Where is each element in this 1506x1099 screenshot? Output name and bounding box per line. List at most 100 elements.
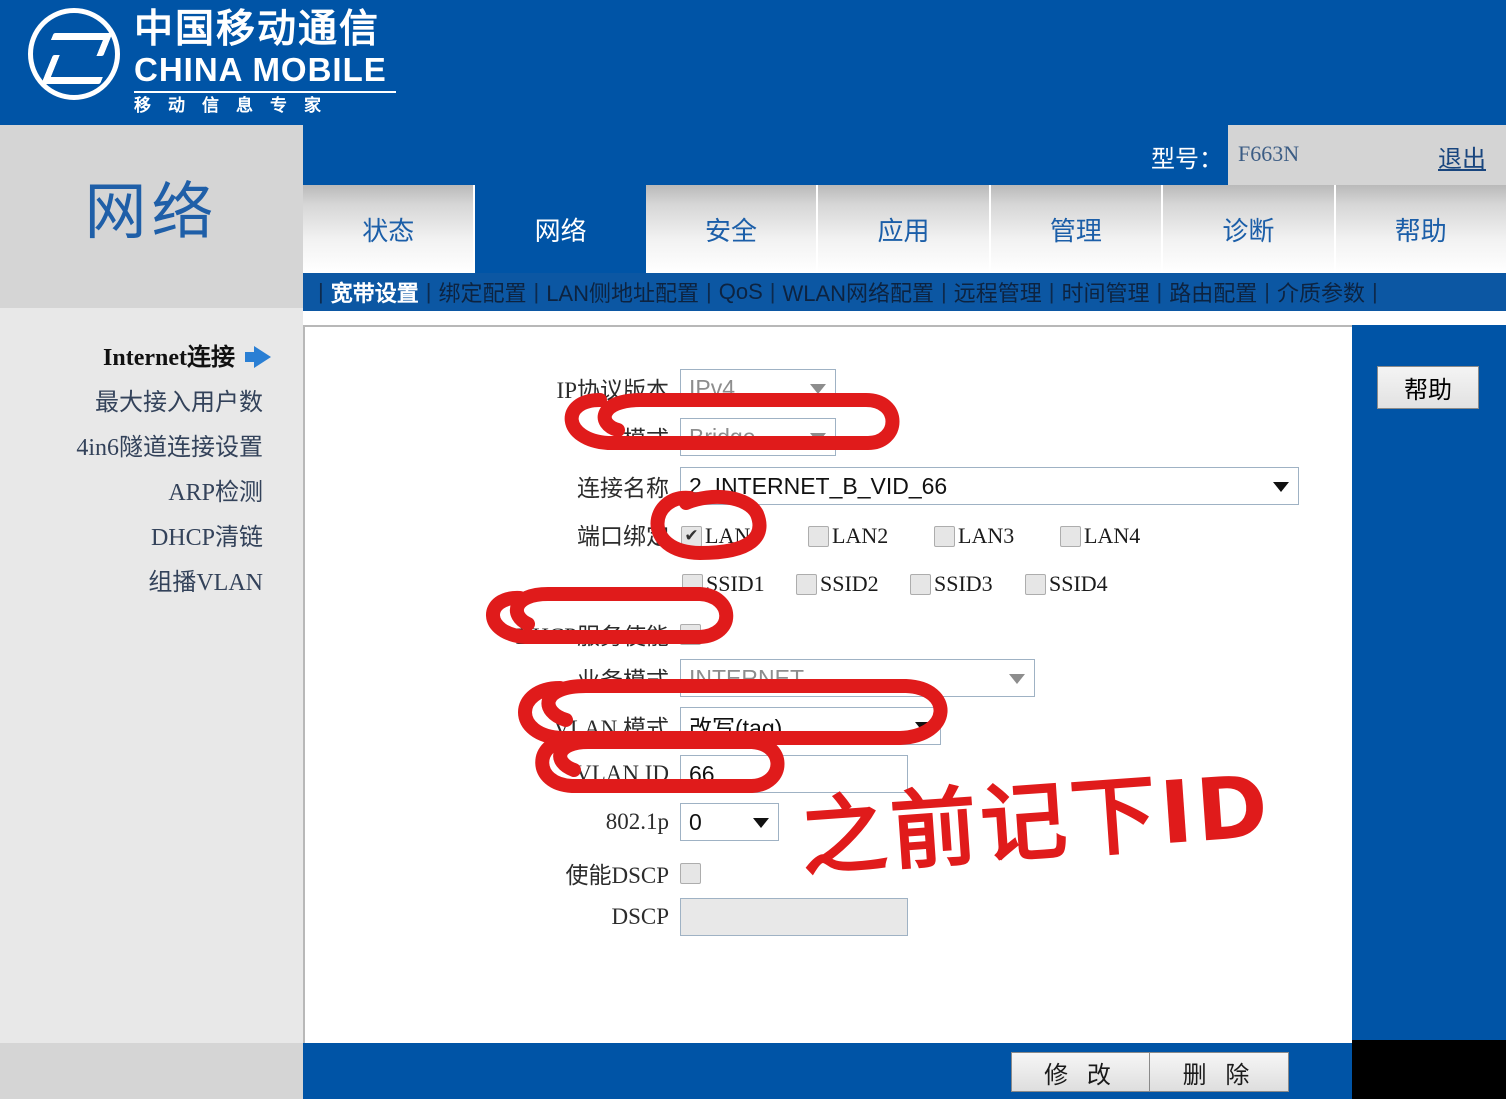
footer-button-group: 修 改 删 除 bbox=[1011, 1052, 1289, 1092]
sidebar-menu: Internet连接 最大接入用户数 4in6隧道连接设置 ARP检测 DHCP… bbox=[0, 308, 303, 1043]
subnav-separator: | bbox=[769, 279, 776, 304]
lan-checkbox-lan1[interactable]: LAN1 bbox=[681, 523, 761, 549]
lan-checkbox-lan4[interactable]: LAN4 bbox=[1060, 523, 1140, 549]
subnav-separator: | bbox=[706, 279, 712, 304]
service-mode-select[interactable]: INTERNET bbox=[680, 659, 1035, 697]
internet-connection-form: IP协议版本 IPv4 模式 Bridge 连接名称 2_INTERNET_B_… bbox=[305, 327, 1354, 1045]
lan4-label: LAN4 bbox=[1084, 523, 1141, 548]
tab-security[interactable]: 安全 bbox=[645, 185, 819, 273]
dot1p-label: 802.1p bbox=[605, 809, 669, 834]
footer-black-region bbox=[1352, 1040, 1506, 1099]
mode-label: 模式 bbox=[623, 427, 669, 452]
main-tabs: 状态 网络 安全 应用 管理 诊断 帮助 bbox=[303, 185, 1506, 273]
row-dscp-enable: 使能DSCP bbox=[505, 856, 701, 890]
brand-divider bbox=[134, 91, 396, 93]
ip-version-select[interactable]: IPv4 bbox=[680, 369, 836, 407]
delete-button[interactable]: 删 除 bbox=[1150, 1052, 1289, 1092]
model-value: F663N bbox=[1238, 141, 1300, 166]
checkbox-lan4[interactable] bbox=[1060, 525, 1081, 547]
chevron-down-icon bbox=[1009, 674, 1025, 684]
checkbox-dscp-enable[interactable] bbox=[680, 862, 701, 884]
row-port-binding: 端口绑定 bbox=[505, 517, 680, 551]
lan3-label: LAN3 bbox=[958, 523, 1015, 548]
mode-value: Bridge bbox=[689, 423, 756, 450]
subnav-item-broadband-settings[interactable]: 宽带设置 bbox=[331, 276, 419, 308]
modify-button[interactable]: 修 改 bbox=[1011, 1052, 1150, 1092]
dhcp-enable-label: DHCP服务使能 bbox=[515, 624, 669, 649]
settings-panel: IP协议版本 IPv4 模式 Bridge 连接名称 2_INTERNET_B_… bbox=[303, 325, 1352, 1043]
dscp-enable-label: 使能DSCP bbox=[565, 863, 669, 888]
sidebar-item-label: 4in6隧道连接设置 bbox=[76, 435, 263, 461]
subnav-item-route-config[interactable]: 路由配置 bbox=[1169, 276, 1257, 308]
subnav-separator: | bbox=[941, 279, 947, 304]
sidebar-item-dhcp-clear[interactable]: DHCP清链 bbox=[0, 516, 283, 561]
subnav-separator: | bbox=[1048, 279, 1055, 304]
dscp-input bbox=[680, 898, 908, 936]
tab-help[interactable]: 帮助 bbox=[1335, 185, 1506, 273]
sidebar-item-label: ARP检测 bbox=[168, 480, 263, 506]
ssid1-label: SSID1 bbox=[706, 571, 765, 596]
china-mobile-logo-icon bbox=[28, 8, 120, 100]
tab-application[interactable]: 应用 bbox=[818, 185, 991, 273]
subnav-item-qos[interactable]: QoS bbox=[719, 279, 763, 305]
lan-checkbox-lan3[interactable]: LAN3 bbox=[934, 523, 1014, 549]
ssid-checkbox-ssid3[interactable]: SSID3 bbox=[910, 571, 993, 597]
brand-header: 中国移动通信 CHINA MOBILE 移动信息专家 bbox=[0, 0, 1506, 125]
sidebar-item-max-users[interactable]: 最大接入用户数 bbox=[0, 381, 283, 426]
checkbox-ssid2[interactable] bbox=[796, 573, 817, 595]
tab-status[interactable]: 状态 bbox=[303, 185, 476, 273]
port-binding-label: 端口绑定 bbox=[577, 524, 669, 549]
row-mode: 模式 Bridge bbox=[505, 418, 836, 456]
help-button[interactable]: 帮助 bbox=[1377, 366, 1479, 409]
vlan-mode-value: 改写(tag) bbox=[689, 715, 783, 741]
ssid4-label: SSID4 bbox=[1049, 571, 1108, 596]
checkbox-lan3[interactable] bbox=[934, 525, 955, 547]
subnav-item-media-parameters[interactable]: 介质参数 bbox=[1277, 276, 1365, 308]
help-panel: 帮助 bbox=[1352, 325, 1506, 1043]
ssid-checkbox-ssid4[interactable]: SSID4 bbox=[1025, 571, 1108, 597]
chevron-down-icon bbox=[810, 384, 826, 394]
checkbox-dhcp-enable[interactable] bbox=[680, 623, 701, 645]
router-admin-page: 中国移动通信 CHINA MOBILE 移动信息专家 型号： F663N 退出 … bbox=[0, 0, 1506, 1099]
vlan-mode-select[interactable]: 改写(tag) bbox=[680, 707, 941, 745]
ssid-checkbox-ssid1[interactable]: SSID1 bbox=[682, 571, 765, 597]
arrow-right-icon bbox=[245, 346, 271, 368]
checkbox-ssid4[interactable] bbox=[1025, 573, 1046, 595]
subnav-separator: | bbox=[425, 279, 432, 304]
subnav-item-time-management[interactable]: 时间管理 bbox=[1061, 276, 1149, 308]
brand-slogan: 移动信息专家 bbox=[134, 96, 338, 115]
brand-name-en: CHINA MOBILE bbox=[134, 51, 387, 88]
sidebar-item-multicast-vlan[interactable]: 组播VLAN bbox=[0, 561, 283, 606]
connection-name-select[interactable]: 2_INTERNET_B_VID_66 bbox=[680, 467, 1299, 505]
sidebar-header: 网络 bbox=[0, 125, 303, 308]
sidebar-item-internet-connection[interactable]: Internet连接 bbox=[0, 336, 283, 381]
subnav-item-remote-management[interactable]: 远程管理 bbox=[954, 276, 1042, 308]
dot1p-select[interactable]: 0 bbox=[680, 803, 779, 841]
tab-management[interactable]: 管理 bbox=[990, 185, 1164, 273]
sidebar-item-arp-detect[interactable]: ARP检测 bbox=[0, 471, 283, 516]
dot1p-value: 0 bbox=[689, 808, 702, 835]
ip-version-label: IP协议版本 bbox=[556, 378, 669, 403]
tab-diagnostics[interactable]: 诊断 bbox=[1163, 185, 1336, 273]
sidebar-item-4in6-tunnel[interactable]: 4in6隧道连接设置 bbox=[0, 426, 283, 471]
checkbox-lan1[interactable] bbox=[681, 525, 702, 547]
connection-name-value: 2_INTERNET_B_VID_66 bbox=[689, 472, 948, 499]
checkbox-ssid3[interactable] bbox=[910, 573, 931, 595]
subnav-item-wlan-config[interactable]: WLAN网络配置 bbox=[782, 276, 934, 308]
lan-checkbox-lan2[interactable]: LAN2 bbox=[808, 523, 888, 549]
sidebar-item-label: DHCP清链 bbox=[150, 525, 263, 551]
ssid-checkbox-ssid2[interactable]: SSID2 bbox=[796, 571, 879, 597]
brand-name-cn: 中国移动通信 bbox=[134, 8, 381, 51]
checkbox-ssid1[interactable] bbox=[682, 573, 703, 595]
row-service-mode: 业务模式 INTERNET bbox=[505, 659, 1035, 697]
mode-select[interactable]: Bridge bbox=[680, 418, 836, 456]
logout-link[interactable]: 退出 bbox=[1438, 139, 1486, 174]
subnav-item-binding-config[interactable]: 绑定配置 bbox=[438, 276, 526, 308]
vlan-id-label: VLAN ID bbox=[575, 761, 669, 786]
subnav-separator: | bbox=[318, 279, 324, 304]
content-area: IP协议版本 IPv4 模式 Bridge 连接名称 2_INTERNET_B_… bbox=[303, 311, 1506, 1043]
checkbox-lan2[interactable] bbox=[808, 525, 829, 547]
tab-network[interactable]: 网络 bbox=[475, 185, 646, 273]
subnav-item-lan-address-config[interactable]: LAN侧地址配置 bbox=[546, 276, 699, 308]
model-bar: 型号： F663N 退出 bbox=[303, 125, 1506, 185]
